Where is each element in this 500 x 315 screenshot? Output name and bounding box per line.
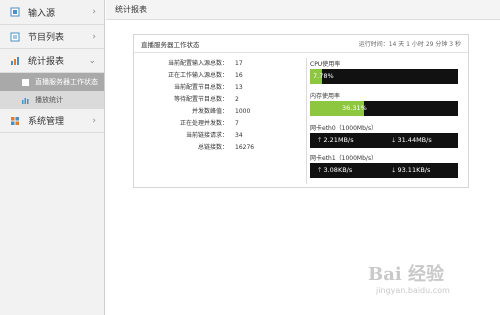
stat-label: 当前配置输入源总数： xyxy=(167,60,228,67)
watermark: Bai 经验 jingyan.baidu.com xyxy=(350,258,490,308)
server-status-panel: 直播服务器工作状态 运行时间：14 天 1 小时 29 分钟 3 秒 当前配置输… xyxy=(133,34,469,188)
sidebar-item-statistics-report[interactable]: 统计报表 ⌄ xyxy=(0,49,104,73)
report-icon xyxy=(11,56,19,65)
stat-value: 16276 xyxy=(235,144,255,151)
system-manage-icon xyxy=(11,116,19,125)
chevron-right-icon: › xyxy=(92,7,96,17)
stat-row: 当前配置节目总数： 13 xyxy=(134,83,304,93)
breadcrumb: 统计报表 xyxy=(106,0,500,20)
sidebar-item-input-source[interactable]: 输入源 › xyxy=(0,0,104,25)
stat-row: 当前链接请求： 34 xyxy=(134,131,304,141)
eth1-download: 🡓 93.11KB/s xyxy=(392,166,430,177)
eth0-download-value: 31.44MB/s xyxy=(397,136,432,144)
sidebar-item-label: 节目列表 xyxy=(28,33,65,43)
sidebar-item-program-list[interactable]: 节目列表 › xyxy=(0,25,104,49)
stat-value: 34 xyxy=(235,132,243,139)
cpu-usage-value: 7.78% xyxy=(313,72,334,80)
panel-title: 直播服务器工作状态 xyxy=(141,40,200,49)
cpu-label: CPU使用率 xyxy=(310,61,341,68)
stat-value: 17 xyxy=(235,60,243,67)
eth1-label: 网卡eth1（1000Mb/s） xyxy=(310,155,378,162)
metrics-column: CPU使用率 7.78% 内存使用率 36.31% 网卡eth0（1000Mb/… xyxy=(310,54,460,187)
stat-row: 总链接数： 16276 xyxy=(134,143,304,153)
stat-value: 13 xyxy=(235,84,243,91)
eth0-upload-value: 2.21MB/s xyxy=(323,136,354,144)
panel-header: 直播服务器工作状态 运行时间：14 天 1 小时 29 分钟 3 秒 xyxy=(134,35,468,53)
eth0-label: 网卡eth0（1000Mb/s） xyxy=(310,125,378,132)
chevron-right-icon: › xyxy=(92,116,96,126)
stat-label: 总链接数： xyxy=(197,144,228,151)
stat-row: 并发数峰值： 1000 xyxy=(134,107,304,117)
stat-value: 7 xyxy=(235,120,239,127)
stat-row: 等待配置节目总数： 2 xyxy=(134,95,304,105)
uptime-text: 运行时间：14 天 1 小时 29 分钟 3 秒 xyxy=(358,41,461,48)
arrow-up-icon: 🡑 xyxy=(318,136,322,144)
eth0-download: 🡓 31.44MB/s xyxy=(392,136,432,147)
stat-row: 正在处理并发数： 7 xyxy=(134,119,304,129)
page-title: 统计报表 xyxy=(115,5,147,14)
bar-chart-icon xyxy=(22,97,29,104)
chevron-right-icon: › xyxy=(92,32,96,42)
stat-label: 当前配置节目总数： xyxy=(173,84,228,91)
eth1-upload: 🡑 3.08KB/s xyxy=(318,166,352,177)
stat-label: 并发数峰值： xyxy=(191,108,228,115)
memory-usage-value: 36.31% xyxy=(342,104,367,112)
eth0-upload: 🡑 2.21MB/s xyxy=(318,136,354,147)
stats-column: 当前配置输入源总数： 17 正在工作输入源总数： 16 当前配置节目总数： 13 等待… xyxy=(134,54,304,187)
eth1-download-value: 93.11KB/s xyxy=(397,166,431,174)
sidebar-subitem-server-status[interactable]: 直播服务器工作状态 xyxy=(0,73,104,91)
program-list-icon xyxy=(10,32,20,41)
memory-label: 内存使用率 xyxy=(310,93,341,100)
memory-usage-bar: 36.31% xyxy=(310,101,458,116)
stat-label: 正在处理并发数： xyxy=(179,120,228,127)
arrow-up-icon: 🡑 xyxy=(318,166,322,174)
eth0-throughput: 🡑 2.21MB/s 🡓 31.44MB/s xyxy=(310,133,458,148)
input-source-icon xyxy=(10,7,20,17)
stat-value: 2 xyxy=(235,96,239,103)
chevron-down-icon: ⌄ xyxy=(88,56,96,66)
arrow-down-icon: 🡓 xyxy=(392,166,396,174)
sidebar-item-label: 输入源 xyxy=(28,8,56,19)
cpu-usage-bar: 7.78% xyxy=(310,69,458,84)
sidebar-item-label: 系统管理 xyxy=(28,117,65,127)
sidebar-item-system-manage[interactable]: 系统管理 › xyxy=(0,109,104,133)
stat-label: 当前链接请求： xyxy=(185,132,228,139)
stat-value: 16 xyxy=(235,72,243,79)
stat-row: 正在工作输入源总数： 16 xyxy=(134,71,304,81)
stat-label: 正在工作输入源总数： xyxy=(167,72,228,79)
eth1-throughput: 🡑 3.08KB/s 🡓 93.11KB/s xyxy=(310,163,458,178)
stat-label: 等待配置节目总数： xyxy=(173,96,228,103)
watermark-site: jingyan.baidu.com xyxy=(376,286,450,295)
sidebar-subitem-label: 直播服务器工作状态 xyxy=(35,78,98,86)
stat-value: 1000 xyxy=(235,108,251,115)
watermark-brand: Bai 经验 xyxy=(368,264,444,285)
arrow-down-icon: 🡓 xyxy=(392,136,396,144)
sidebar: 输入源 › 节目列表 › 统计报表 ⌄ 直播服务器工作状态 播放统计 系统管理 … xyxy=(0,0,105,315)
sidebar-subitem-play-statistics[interactable]: 播放统计 xyxy=(0,91,104,109)
sidebar-subitem-label: 播放统计 xyxy=(35,96,63,104)
sidebar-item-label: 统计报表 xyxy=(28,57,65,67)
panel-body: 当前配置输入源总数： 17 正在工作输入源总数： 16 当前配置节目总数： 13 等待… xyxy=(134,54,468,187)
column-divider xyxy=(306,58,307,184)
server-status-icon xyxy=(22,78,29,86)
stat-row: 当前配置输入源总数： 17 xyxy=(134,59,304,69)
eth1-upload-value: 3.08KB/s xyxy=(323,166,353,174)
